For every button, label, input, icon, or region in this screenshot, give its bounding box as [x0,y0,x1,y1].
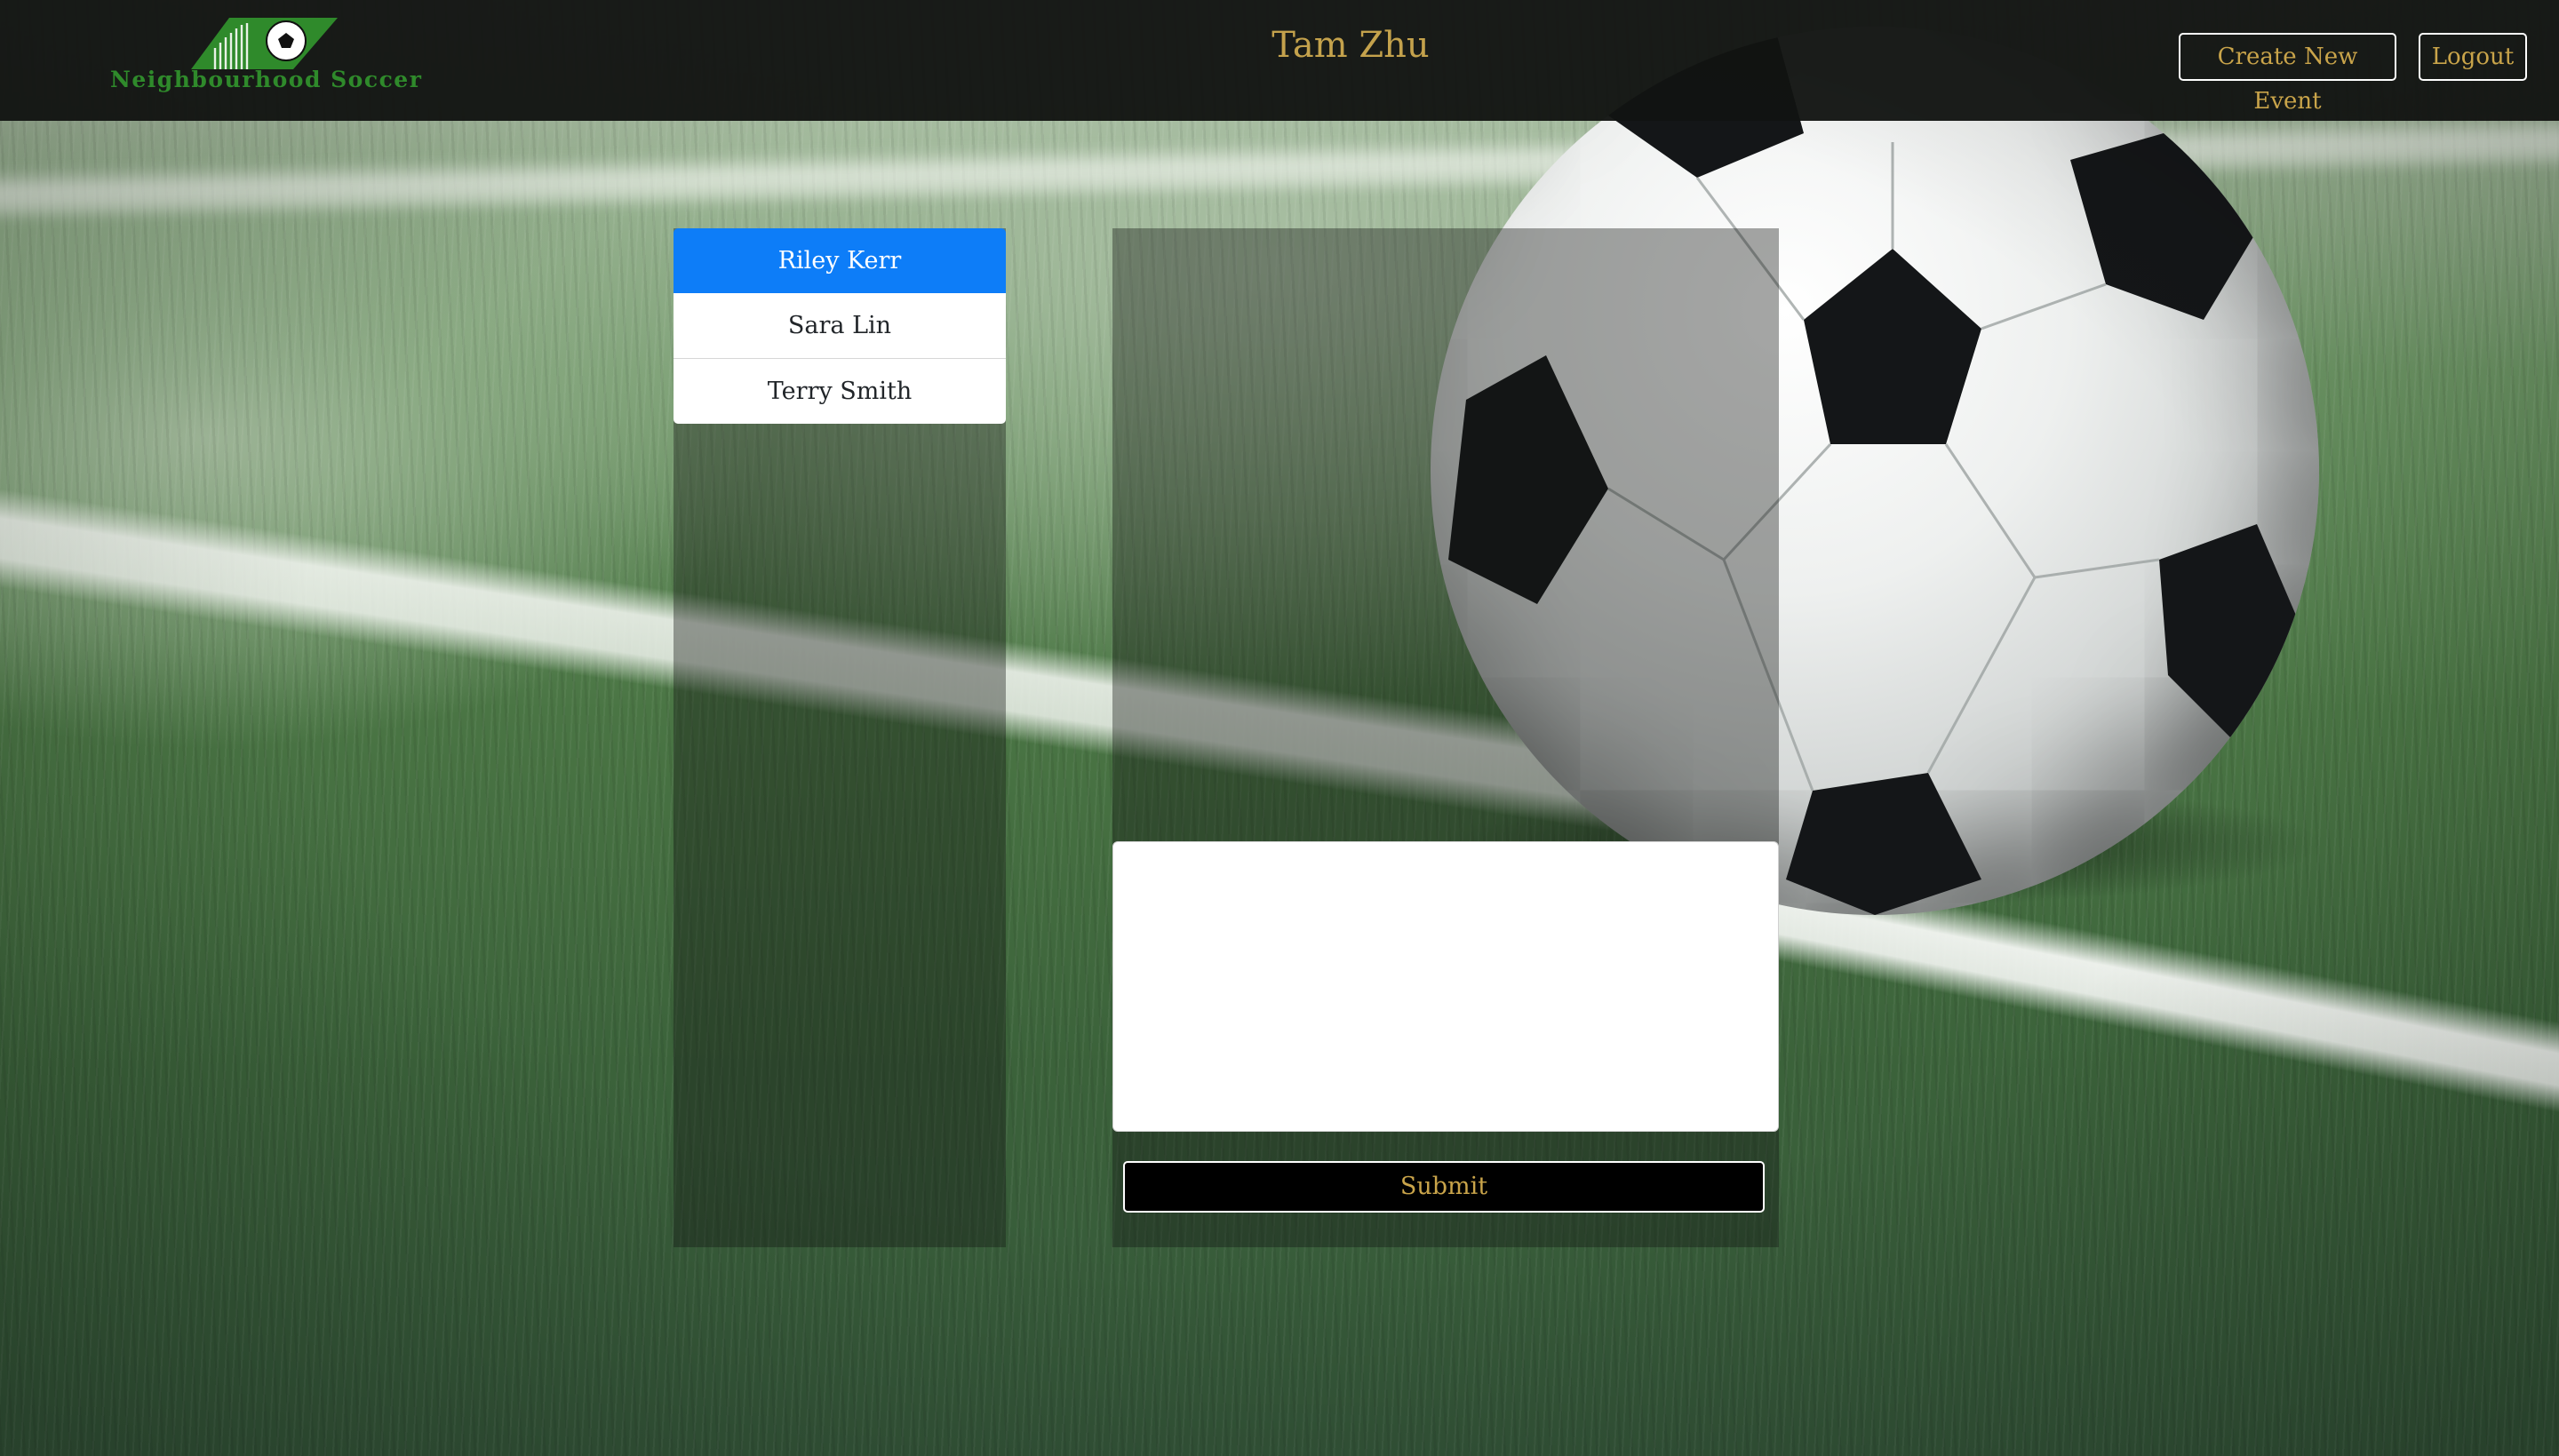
member-item-terry-smith[interactable]: Terry Smith [674,359,1006,424]
create-new-event-button[interactable]: Create New Event [2179,33,2396,115]
message-history [1112,228,1779,841]
message-textarea[interactable] [1112,841,1779,1132]
brand-logo-link[interactable]: Neighbourhood Soccer [107,18,421,99]
member-list: Riley Kerr Sara Lin Terry Smith [674,228,1006,424]
member-item-riley-kerr[interactable]: Riley Kerr [674,228,1006,293]
submit-button[interactable]: Submit [1123,1161,1765,1213]
soccer-ball-logo-icon [191,18,338,69]
top-navbar: Neighbourhood Soccer Tam Zhu Create New … [0,0,2559,121]
logout-button[interactable]: Logout [2419,33,2527,81]
brand-name: Neighbourhood Soccer [110,67,423,92]
chat-panel: Submit [1112,228,1779,1247]
members-panel: Riley Kerr Sara Lin Terry Smith [674,228,1006,1247]
page-title-user-name: Tam Zhu [1272,25,1430,66]
member-item-sara-lin[interactable]: Sara Lin [674,293,1006,359]
